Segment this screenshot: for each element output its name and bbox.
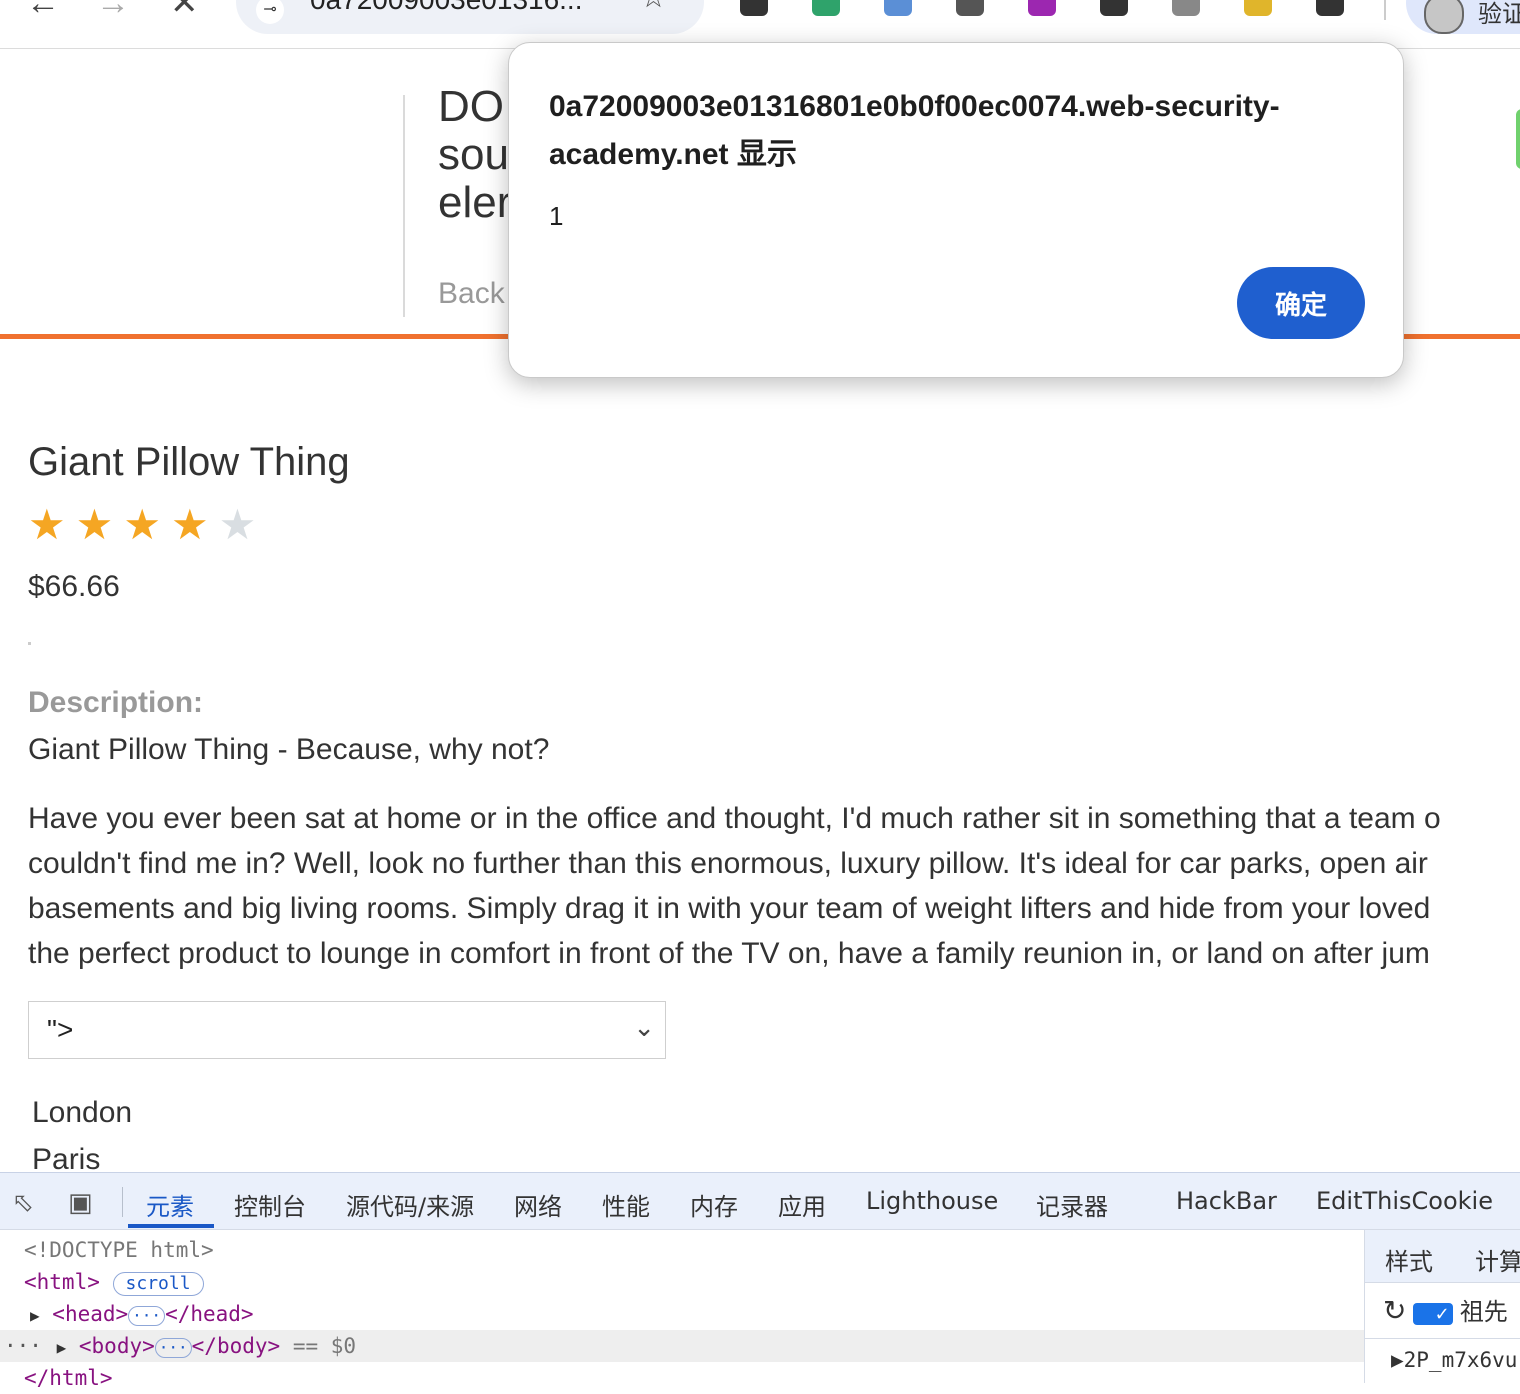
translate-extension-icon[interactable] [1244,0,1272,16]
description-subtitle: Giant Pillow Thing - Because, why not? [28,733,550,766]
profile-label: 验证 [1478,1,1520,28]
store-select[interactable]: "> ⌄ [28,1001,666,1059]
product-rating: ★ ★ ★ ★ ★ [28,502,256,548]
device-toolbar-icon[interactable]: ▣ [68,1187,93,1218]
description-line: couldn't find me in? Well, look no furth… [28,847,1428,880]
description-line: basements and big living rooms. Simply d… [28,892,1431,925]
site-info-icon[interactable]: ⊸ [256,0,284,24]
devtools-tab[interactable]: EditThisCookie [1316,1187,1493,1215]
toolbar-divider [1384,0,1386,20]
html-close-tag: </html> [24,1366,113,1390]
refresh-icon[interactable]: ↻ [1365,1295,1406,1326]
alert-message: 1 [549,201,564,231]
description-body: Have you ever been sat at home or in the… [28,796,1520,976]
head-open-tag: <head> [52,1302,129,1326]
play-extension-icon[interactable] [740,0,768,16]
devtools-tab[interactable]: 网络 [514,1187,562,1222]
ancestor-checkbox[interactable]: ✓ [1413,1302,1454,1325]
puzzle-extension-icon[interactable] [1316,0,1344,16]
elements-tree: <!DOCTYPE html> <html> scroll ▶ <head> ··… [0,1230,1364,1390]
scroll-badge[interactable]: scroll [112,1272,204,1296]
lab-status-indicator [1516,109,1520,169]
doctype-node[interactable]: <!DOCTYPE html> [0,1234,1364,1266]
devtools-tab[interactable]: 内存 [690,1187,738,1222]
expand-triangle-icon[interactable]: ▶ [55,1338,67,1357]
graph-extension-icon[interactable] [884,0,912,16]
product-price: $66.66 [28,570,120,603]
body-open-tag: <body> [78,1334,155,1358]
ancestor-checkbox-label: 祖先 [1459,1299,1508,1326]
expand-triangle-icon[interactable]: ▶ [0,1306,40,1325]
inspect-element-icon[interactable]: ⬁ [12,1187,34,1218]
devtools-tab[interactable]: Lighthouse [866,1187,998,1215]
styles-sidebar: 样式 计算 ↻ ✓ 祖先 ▶2P_m7x6vu [1364,1230,1520,1383]
collapsed-ellipsis[interactable]: ··· [128,1306,166,1326]
back-arrow-icon[interactable]: ← [26,0,60,20]
star-filled-icon: ★ [75,501,114,548]
star-filled-icon: ★ [28,501,66,548]
back-to-lab-link[interactable]: Back [438,277,505,311]
doctype-text: <!DOCTYPE html> [24,1238,214,1262]
star-filled-icon: ★ [123,501,161,548]
head-node[interactable]: ▶ <head> ··· </head> [0,1298,1364,1330]
tab-separator [122,1187,123,1217]
alert-origin: 0a72009003e01316801e0b0f00ec0074.web-sec… [549,90,1280,171]
json-extension-icon[interactable] [1028,0,1056,16]
profile-button[interactable]: 验证 [1406,0,1520,34]
devtools-tab[interactable]: 控制台 [234,1187,306,1222]
body-close-tag: </body> [191,1334,281,1358]
address-bar[interactable]: ⊸ 0a72009003e01316... ☆ [236,0,704,34]
devtools-tab[interactable]: 源代码/来源 [346,1187,474,1222]
forward-arrow-icon[interactable]: → [96,0,130,20]
devtools-tab[interactable]: 性能 [602,1187,650,1222]
store-select-value: "> [47,1014,74,1045]
head-close-tag: </head> [165,1302,254,1326]
active-tab-indicator [128,1224,214,1228]
devtools-tab-bar: ⬁ ▣ 元素 控制台 源代码/来源 网络 性能 内存 应用 Lighthouse 记录器 Hack… [0,1173,1520,1230]
description-line: the perfect product to lounge in comfort… [28,937,1430,970]
refresh-extension-icon[interactable] [956,0,984,16]
tab-styles[interactable]: 样式 [1385,1242,1433,1277]
stop-loading-icon[interactable]: ✕ [170,0,199,20]
address-bar-url[interactable]: 0a72009003e01316... [310,0,583,16]
code-extension-icon[interactable] [812,0,840,16]
style-rule-row[interactable]: ▶2P_m7x6vu [1365,1348,1520,1372]
devtools-panel: ⬁ ▣ 元素 控制台 源代码/来源 网络 性能 内存 应用 Lighthouse 记录器 Hack… [0,1172,1520,1390]
selected-node-marker: == $0 [292,1334,357,1358]
sidebar-toolbar: ↻ ✓ 祖先 [1365,1292,1520,1327]
html-open-tag: <html> [24,1270,100,1294]
tab-computed[interactable]: 计算 [1475,1242,1520,1277]
alert-ok-button[interactable]: 确定 [1237,267,1365,339]
html-close-node[interactable]: </html> [0,1362,1364,1394]
bookmark-star-icon[interactable]: ☆ [640,0,667,15]
star-empty-icon: ★ [218,501,257,548]
profile-avatar-icon [1424,0,1464,34]
sidebar-divider [1365,1338,1520,1339]
devtools-tab[interactable]: 应用 [778,1187,826,1222]
header-divider [403,95,405,317]
v-extension-icon[interactable] [1100,0,1128,16]
node-menu-ellipsis[interactable]: ··· [0,1334,42,1358]
product-title: Giant Pillow Thing [28,440,350,484]
alert-dialog: 0a72009003e01316801e0b0f00ec0074.web-sec… [508,42,1404,378]
devtools-tab[interactable]: 元素 [146,1187,194,1222]
devtools-tab[interactable]: HackBar [1176,1187,1277,1215]
sidebar-tab-bar: 样式 计算 [1365,1230,1520,1283]
description-heading: Description: [28,686,204,719]
city-option-london: London [32,1096,133,1129]
devtools-tab[interactable]: 记录器 [1036,1187,1108,1222]
collapsed-ellipsis[interactable]: ··· [154,1338,192,1358]
separator-dot [28,642,31,645]
star-filled-icon: ★ [170,501,209,548]
chevron-down-icon: ⌄ [633,1012,655,1042]
description-line: Have you ever been sat at home or in the… [28,802,1441,835]
doc-extension-icon[interactable] [1172,0,1200,16]
html-node[interactable]: <html> scroll [0,1266,1364,1298]
body-node-selected[interactable]: ··· ▶ <body> ··· </body> == $0 [0,1330,1364,1362]
